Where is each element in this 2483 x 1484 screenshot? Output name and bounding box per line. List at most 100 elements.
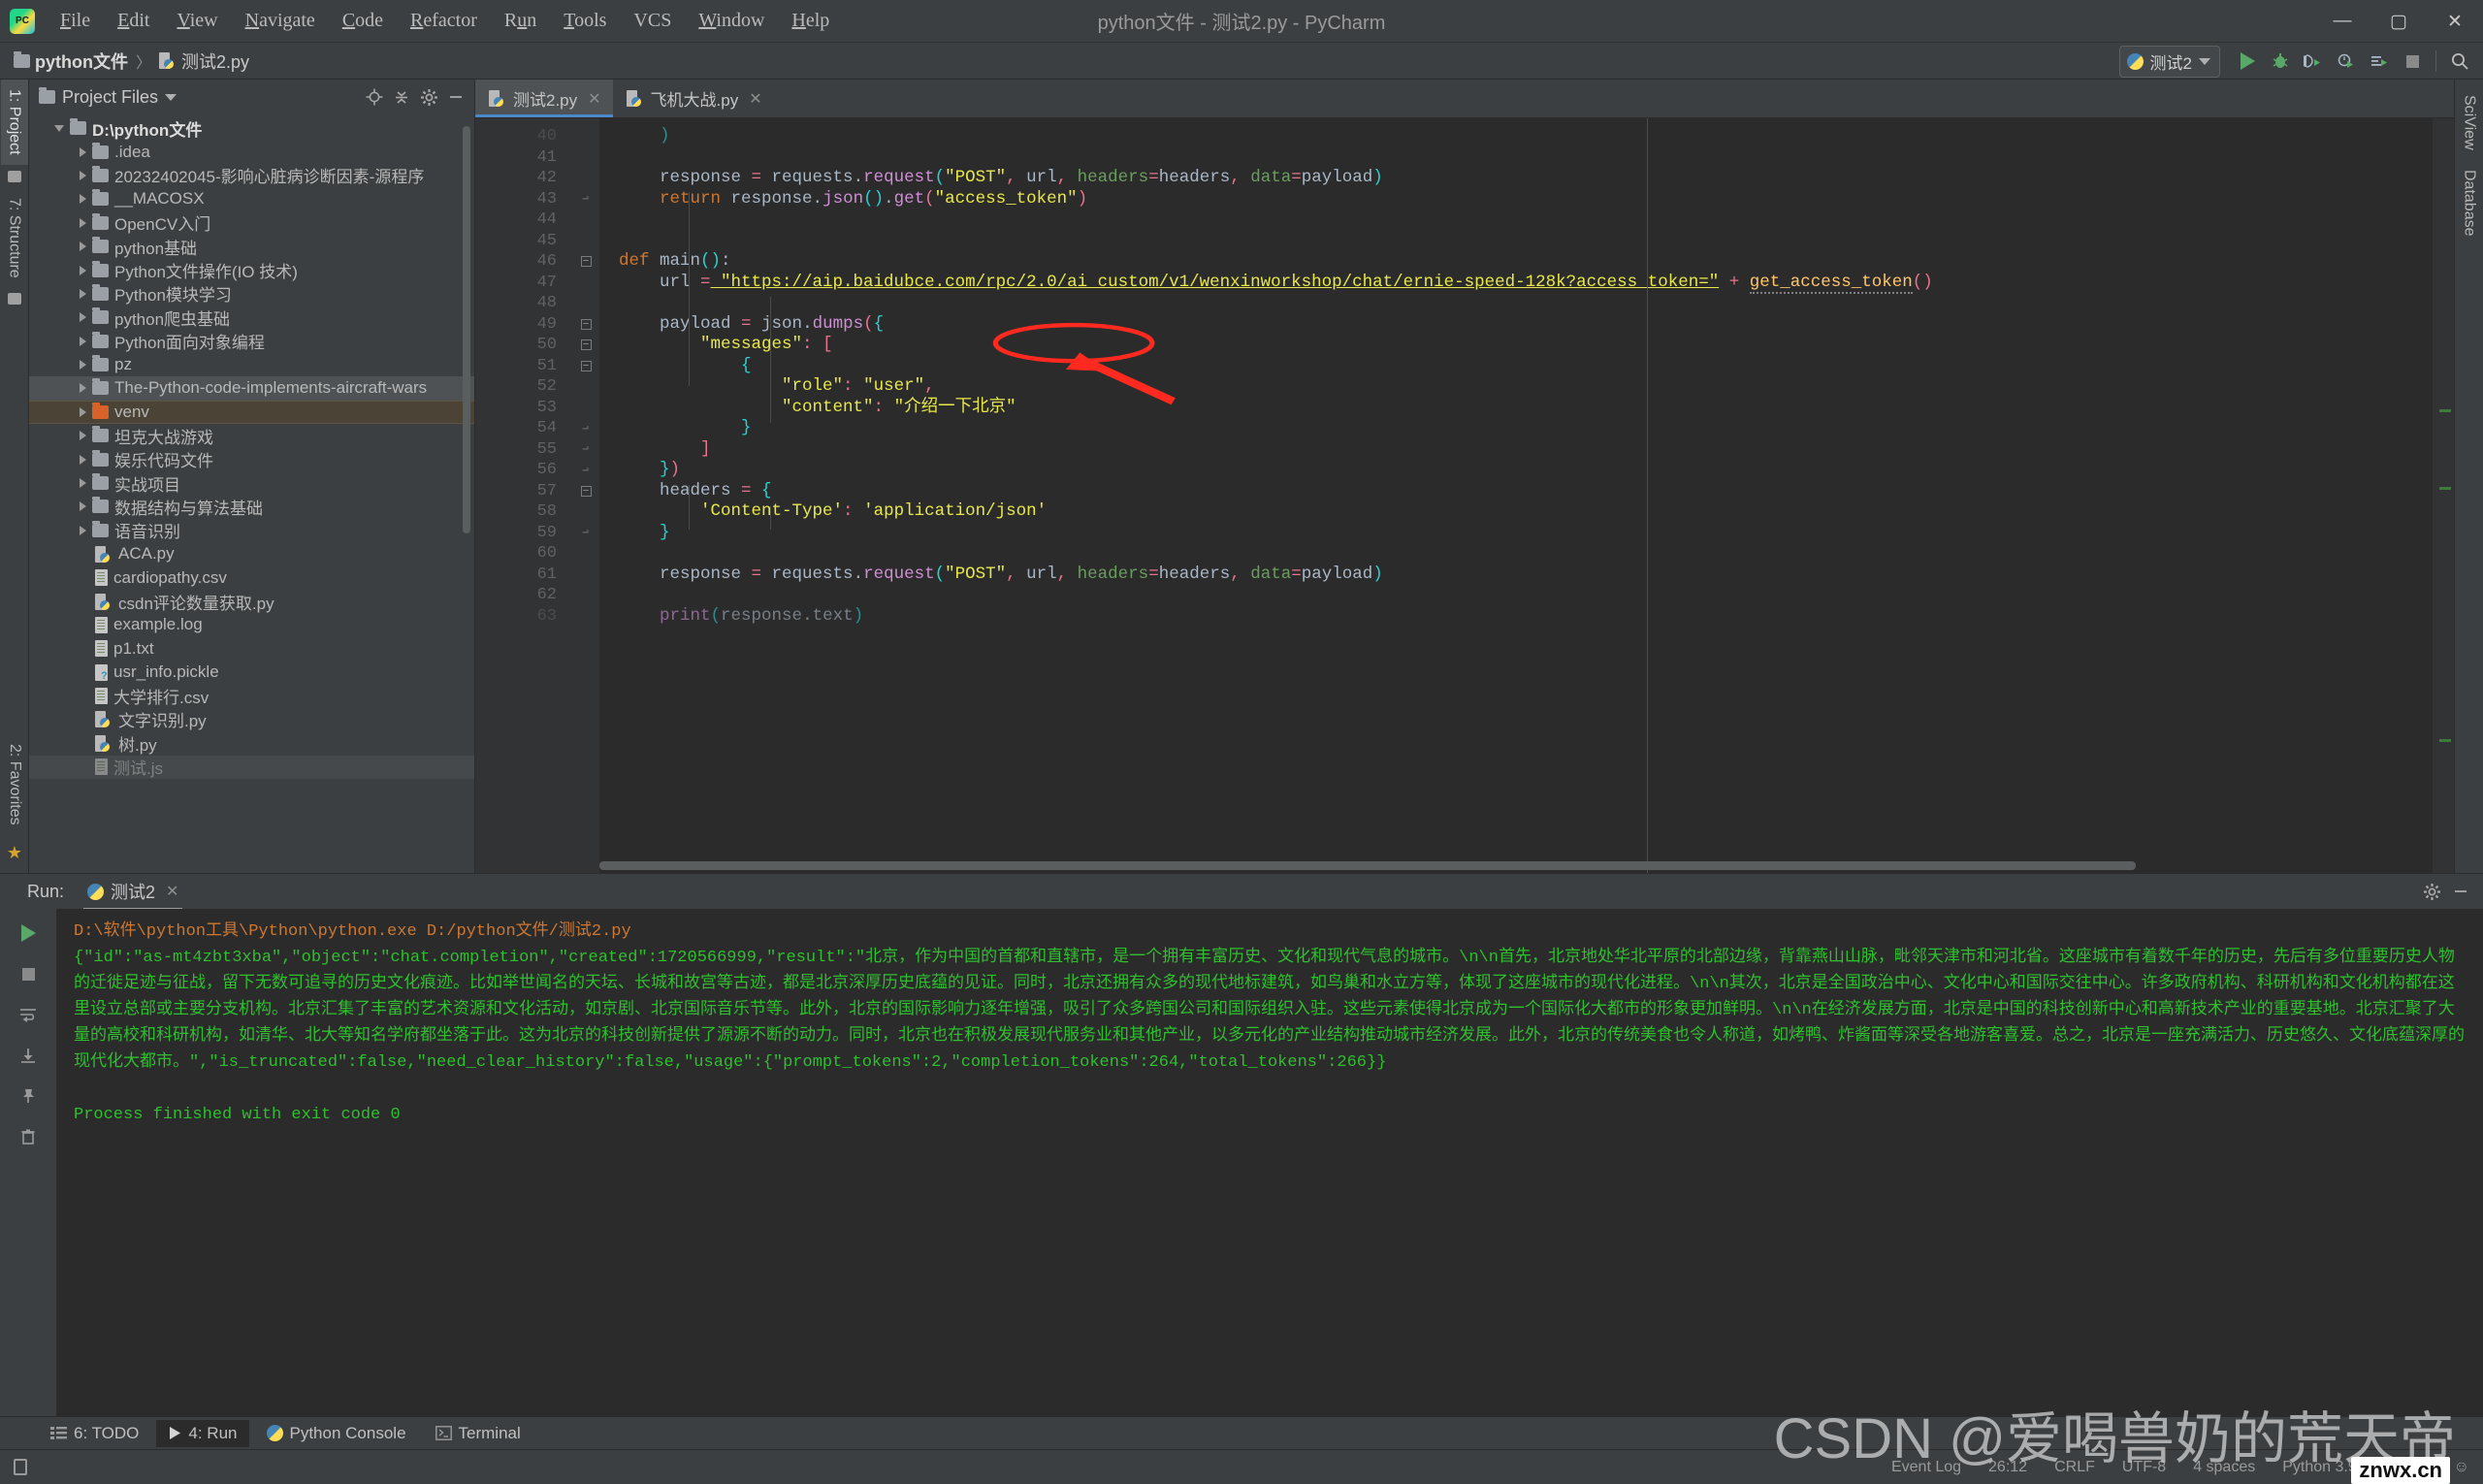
menu-window[interactable]: Window (685, 6, 778, 36)
stripe-marker[interactable] (2439, 487, 2451, 490)
tree-row[interactable]: csdn评论数量获取.py (29, 590, 474, 613)
tree-row[interactable]: .idea (29, 140, 474, 163)
chevron-down-icon[interactable] (165, 93, 177, 101)
menu-edit[interactable]: Edit (104, 6, 163, 36)
tree-row[interactable]: Python文件操作(IO 技术) (29, 258, 474, 281)
code-folding-column[interactable]: ⌐ − − − − ⌐ ⌐ ⌐ − ⌐ (572, 118, 599, 873)
code-line[interactable]: payload = json.dumps({ (619, 314, 2433, 336)
chevron-right-icon[interactable] (80, 431, 86, 441)
menu-vcs[interactable]: VCS (620, 6, 685, 36)
tree-row[interactable]: 树.py (29, 731, 474, 755)
close-button[interactable]: ✕ (2427, 0, 2483, 43)
indent-setting[interactable]: 4 spaces (2193, 1459, 2255, 1476)
tree-row[interactable]: 测试.js (29, 755, 474, 779)
collapse-all-button[interactable] (389, 84, 414, 110)
code-line[interactable]: 'Content-Type': 'application/json' (619, 501, 2433, 523)
sidebar-tab-database[interactable]: Database (2456, 160, 2483, 246)
tree-row[interactable]: cardiopathy.csv (29, 565, 474, 589)
tool-tab-todo[interactable]: 6: TODO (39, 1420, 150, 1447)
tree-row[interactable]: OpenCV入门 (29, 211, 474, 235)
pin-tab-button[interactable] (12, 1081, 45, 1111)
menu-run[interactable]: Run (491, 6, 550, 36)
tool-tab-run[interactable]: 4: Run (156, 1419, 249, 1447)
code-line[interactable]: { (619, 356, 2433, 377)
code-line[interactable]: def main(): (619, 251, 2433, 273)
tree-row[interactable]: 坦克大战游戏 (29, 424, 474, 447)
fold-end-icon[interactable]: ⌐ (582, 192, 589, 206)
tree-row[interactable]: 数据结构与算法基础 (29, 495, 474, 518)
search-everywhere-button[interactable] (2444, 47, 2475, 76)
tree-row[interactable]: 20232402045-影响心脏病诊断因素-源程序 (29, 164, 474, 187)
tree-row[interactable]: python爬虫基础 (29, 306, 474, 329)
caret-position[interactable]: 26:12 (1988, 1459, 2027, 1476)
code-line[interactable] (619, 147, 2433, 169)
editor-tab-feijidazhan[interactable]: 飞机大战.py ✕ (612, 80, 774, 117)
code-line[interactable]: url = "https://aip.baidubce.com/rpc/2.0/… (619, 272, 2433, 294)
tree-row[interactable]: The-Python-code-implements-aircraft-wars (29, 376, 474, 401)
close-icon[interactable]: ✕ (166, 882, 178, 901)
fold-collapse-icon[interactable]: − (580, 339, 592, 351)
menu-tools[interactable]: Tools (550, 6, 620, 36)
close-icon[interactable]: ✕ (588, 89, 600, 109)
chevron-right-icon[interactable] (80, 525, 86, 535)
tree-row[interactable]: python基础 (29, 235, 474, 258)
hide-panel-button[interactable] (443, 84, 468, 110)
chevron-right-icon[interactable] (80, 312, 86, 323)
project-tree[interactable]: D:\python文件 .idea 20232402045-影响心脏病诊断因素-… (29, 114, 474, 873)
fold-marker[interactable]: − (572, 356, 599, 377)
locate-file-button[interactable] (362, 84, 387, 110)
tree-row[interactable]: Python模块学习 (29, 282, 474, 306)
code-line[interactable]: ) (619, 126, 2433, 147)
code-line[interactable]: headers = { (619, 481, 2433, 502)
stop-run-button[interactable] (12, 959, 45, 988)
debug-button[interactable] (2265, 47, 2296, 76)
tree-row-venv[interactable]: venv (29, 400, 474, 425)
fold-marker[interactable]: − (572, 335, 599, 356)
menu-refactor[interactable]: Refactor (397, 6, 491, 36)
fold-marker[interactable]: ⌐ (572, 439, 599, 461)
chevron-right-icon[interactable] (80, 242, 86, 252)
code-line[interactable]: response = requests.request("POST", url,… (619, 168, 2433, 189)
soft-wrap-button[interactable] (12, 1000, 45, 1029)
tree-row[interactable]: example.log (29, 613, 474, 636)
chevron-right-icon[interactable] (80, 454, 86, 465)
line-separator[interactable]: CRLF (2054, 1459, 2095, 1476)
error-stripe[interactable] (2433, 118, 2454, 873)
sidebar-tab-favorites[interactable]: 2: Favorites (1, 734, 28, 835)
tree-row[interactable]: usr_info.pickle (29, 661, 474, 684)
tree-row[interactable]: p1.txt (29, 637, 474, 661)
chevron-right-icon[interactable] (80, 406, 86, 417)
tree-row[interactable]: 语音识别 (29, 519, 474, 542)
scrollbar-thumb[interactable] (599, 861, 2137, 870)
chevron-right-icon[interactable] (80, 360, 86, 371)
tree-row[interactable]: 文字识别.py (29, 708, 474, 731)
event-log-button[interactable]: Event Log (1891, 1459, 1961, 1476)
run-tab[interactable]: 测试2 ✕ (78, 875, 188, 911)
maximize-button[interactable]: ▢ (2370, 0, 2427, 43)
code-line[interactable] (619, 543, 2433, 565)
code-line[interactable]: "role": "user", (619, 376, 2433, 398)
rerun-button[interactable] (12, 919, 45, 948)
chevron-right-icon[interactable] (80, 146, 86, 157)
chevron-down-icon[interactable] (54, 124, 64, 132)
run-with-coverage-button[interactable] (2298, 47, 2329, 76)
fold-marker[interactable]: ⌐ (572, 460, 599, 481)
hide-run-panel-button[interactable] (2448, 879, 2473, 904)
chevron-right-icon[interactable] (80, 383, 86, 394)
fold-marker[interactable]: − (572, 314, 599, 336)
code-line[interactable]: print(response.text) (619, 606, 2433, 628)
clear-all-button[interactable] (12, 1122, 45, 1151)
minimize-button[interactable]: — (2314, 0, 2370, 43)
chevron-right-icon[interactable] (80, 265, 86, 275)
tree-row[interactable]: ACA.py (29, 542, 474, 565)
run-dashboard-button[interactable] (2364, 47, 2395, 76)
tool-tab-python-console[interactable]: Python Console (255, 1420, 418, 1447)
tree-row[interactable]: Python面向对象编程 (29, 330, 474, 353)
code-line[interactable] (619, 585, 2433, 606)
fold-collapse-icon[interactable]: − (580, 485, 592, 497)
lock-icon[interactable]: 🔒 (2407, 1458, 2427, 1477)
tree-row[interactable]: 大学排行.csv (29, 684, 474, 707)
chevron-right-icon[interactable] (80, 194, 86, 205)
fold-end-icon[interactable]: ⌐ (582, 422, 589, 436)
breadcrumb-file[interactable]: 测试2.py (181, 48, 249, 74)
